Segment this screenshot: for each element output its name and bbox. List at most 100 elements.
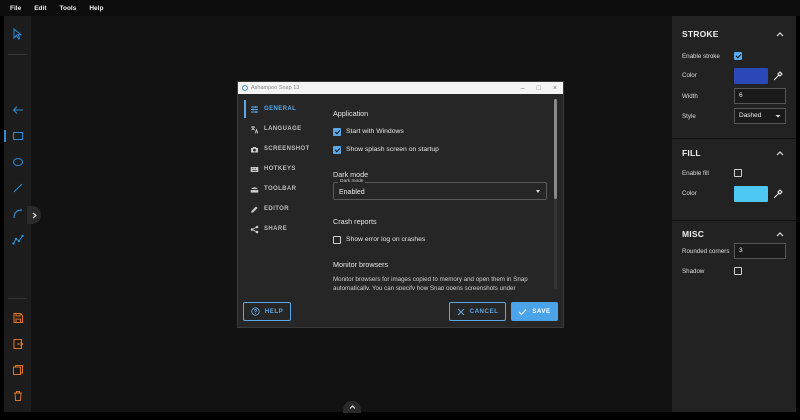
fill-title: FILL xyxy=(682,148,701,158)
stroke-section-header[interactable]: STROKE xyxy=(672,22,796,46)
fill-color-label: Color xyxy=(682,190,697,197)
nav-general[interactable]: GENERAL xyxy=(244,100,328,118)
save-button[interactable]: SAVE xyxy=(511,302,558,321)
nav-hotkeys[interactable]: HOTKEYS xyxy=(244,160,328,178)
pencil-icon xyxy=(251,206,258,213)
nav-language[interactable]: LANGUAGE xyxy=(244,120,328,138)
dark-mode-heading: Dark mode xyxy=(333,170,369,179)
monitor-heading: Monitor browsers xyxy=(333,260,389,269)
rectangle-tool[interactable] xyxy=(4,126,31,146)
application-heading: Application xyxy=(333,109,369,118)
help-circle-icon xyxy=(251,307,260,316)
minimize-icon[interactable]: – xyxy=(521,85,525,92)
rounded-corners-label: Rounded corners xyxy=(682,248,730,255)
stroke-style-select[interactable]: Dashed xyxy=(734,108,786,124)
caret-down-icon xyxy=(536,190,540,193)
error-log-label: Show error log on crashes xyxy=(346,236,426,243)
copy-tool[interactable] xyxy=(4,360,31,380)
arrow-left-icon xyxy=(12,106,23,114)
line-tool[interactable] xyxy=(4,178,31,198)
stroke-title: STROKE xyxy=(682,29,719,39)
maximize-icon[interactable]: □ xyxy=(537,85,541,92)
close-icon[interactable]: × xyxy=(553,85,557,92)
rectangle-icon xyxy=(12,132,23,140)
monitor-description: Monitor browsers for images copied to me… xyxy=(333,276,528,290)
stroke-style-label: Style xyxy=(682,113,696,120)
scrollbar-thumb[interactable] xyxy=(554,99,557,199)
rounded-corners-input[interactable]: 3 xyxy=(734,243,786,259)
export-icon xyxy=(13,339,24,349)
stroke-style-value: Dashed xyxy=(739,112,762,119)
fill-section-header[interactable]: FILL xyxy=(672,141,796,165)
chevron-up-icon xyxy=(776,232,784,237)
settings-dialog: Ashampoo Snap 13 – □ × GENERAL LANGUAGE … xyxy=(237,81,564,328)
trash-icon xyxy=(13,391,22,401)
stroke-color-swatch[interactable] xyxy=(734,68,768,84)
stroke-width-input[interactable]: 6 xyxy=(734,88,786,104)
menu-help[interactable]: Help xyxy=(89,5,103,12)
checkmark-icon xyxy=(518,308,527,315)
line-icon xyxy=(13,183,22,193)
shadow-label: Shadow xyxy=(682,268,705,275)
error-log-checkbox[interactable] xyxy=(333,236,341,244)
dark-mode-value: Enabled xyxy=(339,189,365,196)
save-file-tool[interactable] xyxy=(4,308,31,328)
export-tool[interactable] xyxy=(4,334,31,354)
misc-title: MISC xyxy=(682,229,705,239)
section-divider xyxy=(672,138,796,139)
splash-screen-checkbox[interactable] xyxy=(333,146,341,154)
stroke-width-label: Width xyxy=(682,93,698,100)
cursor-icon xyxy=(13,28,22,40)
ellipse-icon xyxy=(12,158,23,166)
enable-stroke-label: Enable stroke xyxy=(682,53,720,60)
dialog-titlebar[interactable]: Ashampoo Snap 13 – □ × xyxy=(238,82,563,94)
toolbar-divider xyxy=(8,54,27,55)
menu-bar: File Edit Tools Help xyxy=(0,0,800,16)
app-logo-icon xyxy=(242,85,248,91)
delete-tool[interactable] xyxy=(4,386,31,406)
curve-icon xyxy=(12,209,22,219)
polyline-icon xyxy=(11,234,24,245)
share-icon xyxy=(250,225,259,233)
stroke-color-label: Color xyxy=(682,72,697,79)
copy-icon xyxy=(12,365,23,375)
enable-fill-checkbox[interactable] xyxy=(734,169,742,177)
chevron-up-icon xyxy=(776,151,784,156)
nav-editor[interactable]: EDITOR xyxy=(244,200,328,218)
start-with-windows-label: Start with Windows xyxy=(346,128,404,135)
start-with-windows-checkbox[interactable] xyxy=(333,128,341,136)
dark-mode-legend: Dark mode xyxy=(338,179,366,184)
enable-stroke-checkbox[interactable] xyxy=(734,52,742,60)
sliders-icon xyxy=(251,105,258,113)
close-icon xyxy=(457,308,464,315)
polyline-tool[interactable] xyxy=(4,230,31,250)
nav-screenshot[interactable]: SCREENSHOT xyxy=(244,140,328,158)
help-button[interactable]: HELP xyxy=(243,302,291,321)
select-tool[interactable] xyxy=(4,24,31,44)
back-tool[interactable] xyxy=(4,100,31,120)
shadow-checkbox[interactable] xyxy=(734,267,742,275)
content-scrollbar[interactable] xyxy=(554,99,557,289)
splash-screen-label: Show splash screen on startup xyxy=(346,146,439,153)
cancel-button[interactable]: CANCEL xyxy=(449,302,506,321)
eyedropper-icon[interactable] xyxy=(773,189,783,199)
camera-icon xyxy=(251,146,258,152)
caret-down-icon xyxy=(775,115,781,118)
menu-tools[interactable]: Tools xyxy=(59,5,76,12)
dark-mode-select[interactable]: Dark mode Enabled xyxy=(333,179,547,200)
expand-bottom-panel-button[interactable] xyxy=(343,401,361,413)
toolbar-icon xyxy=(250,186,259,193)
eyedropper-icon[interactable] xyxy=(773,71,783,81)
ellipse-tool[interactable] xyxy=(4,152,31,172)
menu-edit[interactable]: Edit xyxy=(34,5,46,12)
crash-reports-heading: Crash reports xyxy=(333,217,377,226)
floppy-disk-icon xyxy=(13,313,23,323)
nav-toolbar[interactable]: TOOLBAR xyxy=(244,180,328,198)
chevron-right-icon xyxy=(32,212,37,218)
dialog-title: Ashampoo Snap 13 xyxy=(251,85,300,91)
toolbar-divider xyxy=(8,298,27,299)
nav-share[interactable]: SHARE xyxy=(244,220,328,238)
fill-color-swatch[interactable] xyxy=(734,186,768,202)
menu-file[interactable]: File xyxy=(10,5,21,12)
settings-content[interactable]: Application Start with Windows Show spla… xyxy=(333,100,551,290)
